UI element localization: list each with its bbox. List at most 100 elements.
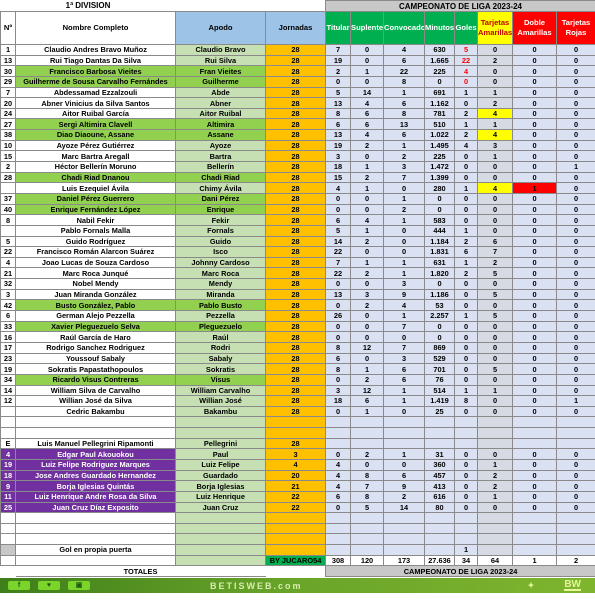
total-amarillas: 64 (477, 554, 513, 567)
player-minutos: 444 (424, 224, 455, 237)
player-rojas: 0 (556, 267, 595, 280)
player-goles: 0 (454, 352, 478, 365)
amarillas-cell (477, 416, 513, 429)
player-amarillas: 5 (477, 363, 513, 375)
player-minutos: 1.831 (424, 246, 455, 258)
player-apodo: Bellerín (175, 161, 266, 173)
player-doble-amarillas: 0 (512, 299, 557, 311)
jornadas-cell (265, 416, 326, 429)
player-jornadas: 28 (265, 288, 326, 301)
player-doble-amarillas: 0 (512, 469, 557, 482)
player-convocado: 13 (383, 118, 425, 131)
player-titular: 14 (325, 235, 351, 248)
suplente-cell (350, 416, 384, 429)
player-minutos: 630 (424, 44, 455, 56)
player-number: 10 (0, 139, 16, 152)
player-titular: 13 (325, 97, 351, 109)
table-row: 23 Youssouf Sabaly Sabaly 28 6 0 3 529 0 0 0 0 (0, 352, 595, 365)
player-minutos: 1.399 (424, 171, 455, 184)
player-suplente: 2 (350, 171, 384, 184)
player-number: 20 (0, 97, 16, 109)
player-apodo: Guilherme (175, 75, 266, 88)
player-name: Cedric Bakambu (15, 405, 176, 418)
player-apodo: Aitor Ruibal (175, 107, 266, 120)
player-rojas: 0 (556, 299, 595, 311)
table-row: 29 Guilherme de Sousa Carvalho Fernándes G… (0, 75, 595, 88)
player-rojas: 0 (556, 171, 595, 184)
player-rojas (556, 544, 595, 556)
player-suplente: 2 (350, 139, 384, 152)
player-convocado: 9 (383, 288, 425, 301)
col-header-jornadas: Jornadas (265, 11, 326, 45)
player-convocado: 2 (383, 490, 425, 503)
rojas-cell (556, 416, 595, 429)
player-titular: 22 (325, 267, 351, 280)
player-convocado: 8 (383, 75, 425, 88)
player-convocado: 7 (383, 341, 425, 354)
player-convocado: 1 (383, 256, 425, 269)
player-titular: 0 (325, 373, 351, 386)
player-suplente (350, 544, 384, 556)
player-convocado: 22 (383, 65, 425, 77)
rojas-cell (556, 512, 595, 524)
name-cell (15, 427, 176, 439)
player-goles: 0 (454, 192, 478, 205)
player-goles: 0 (454, 480, 478, 492)
player-minutos (424, 437, 455, 450)
player-goles: 4 (454, 65, 478, 77)
twitter-icon[interactable]: ♥ (38, 581, 60, 590)
player-amarillas: 6 (477, 235, 513, 248)
player-suplente: 8 (350, 469, 384, 482)
player-minutos: 225 (424, 65, 455, 77)
player-minutos (424, 544, 455, 556)
player-apodo: Guido (175, 235, 266, 248)
player-apodo: Isco (175, 246, 266, 258)
facebook-icon[interactable]: f (8, 581, 30, 590)
player-doble-amarillas: 0 (512, 161, 557, 173)
player-jornadas: 28 (265, 405, 326, 418)
player-rojas: 0 (556, 256, 595, 269)
doble-amarillas-cell (512, 416, 557, 429)
player-minutos: 1.665 (424, 54, 455, 67)
player-titular: 7 (325, 256, 351, 269)
player-suplente: 6 (350, 107, 384, 120)
competition-title: CAMPEONATO DE LIGA 2023-24 (325, 0, 595, 12)
player-number: 22 (0, 246, 16, 258)
player-suplente: 1 (350, 363, 384, 375)
player-name: Sokratis Papastathopoulos (15, 363, 176, 375)
table-row: 15 Marc Bartra Aregall Bartra 28 3 0 2 225 0 1 0 0 (0, 150, 595, 163)
player-suplente: 6 (350, 395, 384, 407)
player-convocado: 6 (383, 129, 425, 141)
player-convocado: 0 (383, 246, 425, 258)
player-rojas: 0 (556, 65, 595, 77)
player-rojas: 0 (556, 384, 595, 397)
brand-name[interactable]: BETISWEB.com (210, 581, 303, 591)
player-titular: 19 (325, 54, 351, 67)
convocado-cell (383, 427, 425, 439)
table-row: 5 Guido Rodríguez Guido 28 14 2 0 1.184 2 6 0 0 (0, 235, 595, 248)
total-rojas: 2 (556, 554, 595, 567)
player-jornadas: 28 (265, 192, 326, 205)
player-number: 12 (0, 395, 16, 407)
player-rojas: 0 (556, 363, 595, 375)
player-titular (325, 437, 351, 450)
player-suplente: 0 (350, 459, 384, 471)
player-apodo: Luiz Henrique (175, 490, 266, 503)
player-minutos: 53 (424, 299, 455, 311)
player-minutos: 510 (424, 118, 455, 131)
player-goles: 0 (454, 75, 478, 88)
player-doble-amarillas: 0 (512, 118, 557, 131)
player-titular: 8 (325, 341, 351, 354)
player-number: 30 (0, 65, 16, 77)
player-jornadas: 3 (265, 448, 326, 460)
player-goles: 2 (454, 267, 478, 280)
player-goles: 0 (454, 490, 478, 503)
player-name: Busto González, Pablo (15, 299, 176, 311)
player-goles: 1 (454, 118, 478, 131)
player-titular: 13 (325, 288, 351, 301)
instagram-icon[interactable]: ▣ (68, 581, 90, 590)
player-minutos: 631 (424, 256, 455, 269)
player-doble-amarillas: 0 (512, 192, 557, 205)
player-suplente: 0 (350, 352, 384, 365)
player-apodo: Paul (175, 448, 266, 460)
